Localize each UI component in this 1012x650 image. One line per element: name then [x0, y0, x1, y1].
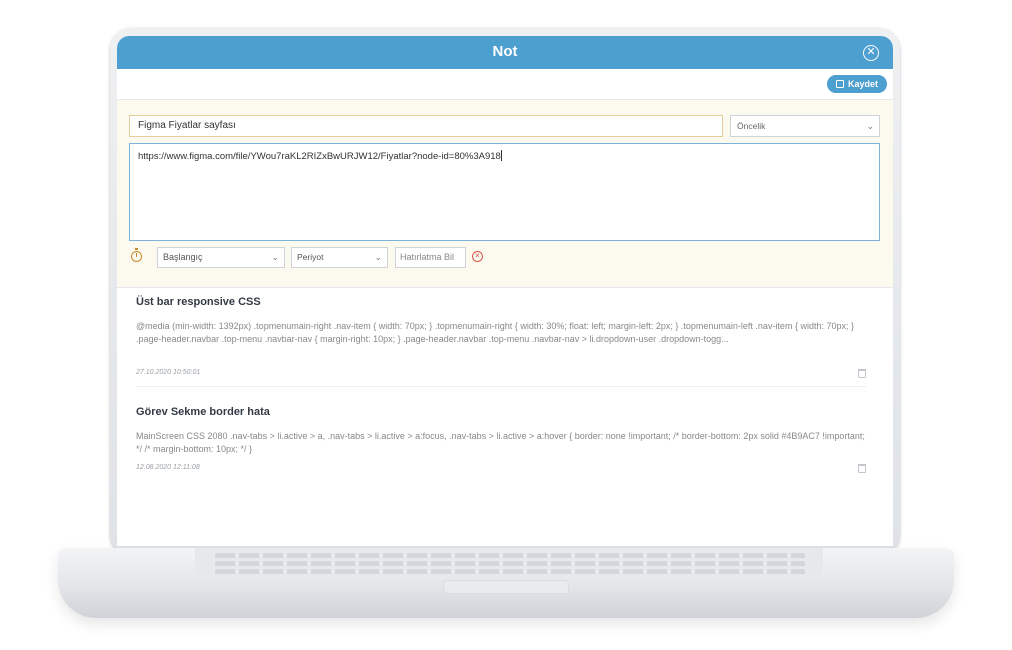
keyboard-row [215, 569, 805, 574]
stopwatch-icon [131, 248, 142, 262]
keyboard-row [215, 561, 805, 566]
text-cursor [500, 150, 502, 161]
note-textarea[interactable]: https://www.figma.com/file/YWou7raKL2RIZ… [129, 143, 880, 241]
dialog-header: Not ✕ [117, 36, 893, 69]
list-item[interactable]: Görev Sekme border hata MainScreen CSS 2… [136, 406, 866, 473]
reminder-input[interactable]: Hatırlatma Bil [395, 247, 466, 268]
note-body: MainScreen CSS 2080 .nav-tabs > li.activ… [136, 431, 865, 454]
clear-icon[interactable]: × [472, 251, 483, 262]
note-date: 12.08.2020 12:11:08 [136, 464, 200, 471]
chevron-down-icon: ⌄ [374, 252, 382, 262]
note-title: Üst bar responsive CSS [136, 296, 261, 308]
note-textarea-value: https://www.figma.com/file/YWou7raKL2RIZ… [138, 151, 501, 162]
note-form: Figma Fiyatlar sayfası Öncelik ⌄ https:/… [117, 99, 893, 288]
close-icon[interactable]: ✕ [863, 45, 879, 61]
priority-select[interactable]: Öncelik ⌄ [730, 115, 880, 137]
note-body: @media (min-width: 1392px) .topmenumain-… [136, 321, 854, 344]
note-dialog: Not ✕ Kaydet Figma Fiyatlar sayfası Önce… [117, 36, 893, 546]
trackpad [443, 580, 569, 594]
divider [136, 386, 866, 387]
chevron-down-icon: ⌄ [271, 252, 279, 262]
trash-icon[interactable] [858, 464, 866, 473]
period-select[interactable]: Periyot ⌄ [291, 247, 388, 268]
save-button-label: Kaydet [847, 79, 878, 89]
list-item[interactable]: Üst bar responsive CSS @media (min-width… [136, 296, 866, 378]
dialog-title: Not [492, 43, 518, 60]
note-title: Görev Sekme border hata [136, 406, 270, 418]
save-button[interactable]: Kaydet [826, 75, 887, 93]
note-title-input[interactable]: Figma Fiyatlar sayfası [129, 115, 723, 137]
period-select-label: Periyot [297, 252, 324, 262]
start-select[interactable]: Başlangıç ⌄ [157, 247, 285, 268]
chevron-down-icon: ⌄ [866, 121, 874, 131]
floppy-disk-icon [835, 80, 844, 88]
priority-select-label: Öncelik [737, 121, 766, 131]
dialog-toolbar: Kaydet [117, 69, 893, 99]
start-select-label: Başlangıç [163, 252, 203, 262]
keyboard-row [215, 553, 805, 558]
note-date: 27.10.2020 10:50:01 [136, 369, 201, 376]
trash-icon[interactable] [858, 369, 866, 378]
